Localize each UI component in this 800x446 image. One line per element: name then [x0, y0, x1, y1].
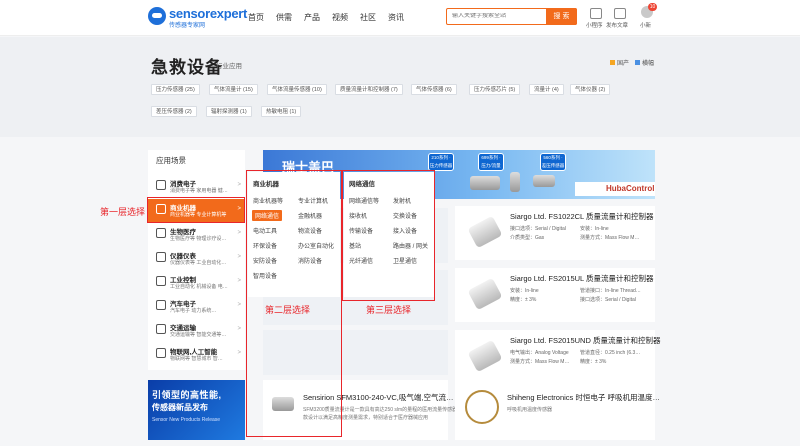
banner-legend-icon — [635, 60, 640, 65]
sidebar-item-instruments[interactable]: 仪器仪表 仪器仪表等 工业自动化… > — [148, 247, 245, 271]
chevron-right-icon: > — [237, 230, 241, 236]
product-desc: 呼吸机用温度传感器 — [507, 407, 553, 413]
product-spec: 管道接口：In-line Thread… — [580, 288, 641, 294]
product-spec: 安装：In-line — [580, 226, 609, 232]
search-input[interactable] — [452, 13, 542, 19]
sidebar-item-automotive[interactable]: 汽车电子 汽车电子 动力系统… > — [148, 295, 245, 319]
product-title[interactable]: Shiheng Electronics 时恒电子 呼吸机用温度… — [507, 392, 660, 403]
phone-icon — [156, 180, 166, 190]
gauge-icon — [156, 252, 166, 262]
chevron-right-icon: > — [237, 326, 241, 332]
ad-line-2: 传感器新品发布 — [152, 403, 208, 412]
publish-label[interactable]: 发布文章 — [606, 21, 628, 29]
product-spec: 接口选项：Serial / Digital — [580, 297, 636, 303]
iot-icon — [156, 348, 166, 358]
sidebar-item-consumer[interactable]: 消费电子 消费电子等 家用电器 健… > — [148, 175, 245, 199]
chevron-right-icon: > — [237, 278, 241, 284]
notification-badge: 10 — [648, 3, 657, 11]
sidebar-item-sub: 工业自动化 机械设备 电… — [170, 284, 228, 290]
product-spec: 管道直径：0.25 inch (6.3… — [580, 350, 641, 356]
banner-brand-logo: HubaControl — [606, 184, 655, 193]
chevron-right-icon: > — [237, 350, 241, 356]
nav-supply[interactable]: 供需 — [276, 12, 292, 23]
product-spec: 测量方式：Mass Flow M… — [510, 359, 570, 365]
logo-text[interactable]: sensorexpert — [169, 6, 247, 21]
product-spec: 精度：± 3% — [580, 359, 607, 365]
sidebar-item-iot[interactable]: 物联网,人工智能 物联网等 智慧城市 智… > — [148, 343, 245, 367]
first-level-highlight — [147, 197, 245, 223]
sensor-image — [470, 176, 500, 190]
domestic-legend-icon — [610, 60, 615, 65]
ad-line-3: Sensor New Products Release — [152, 417, 221, 423]
legend-domestic[interactable]: 国产 — [617, 58, 629, 67]
nav-home[interactable]: 首页 — [248, 12, 264, 23]
user-label[interactable]: 小新 — [640, 21, 651, 29]
logo-subtitle: 传感器专家网 — [169, 23, 206, 29]
nav-products[interactable]: 产品 — [304, 12, 320, 23]
product-title[interactable]: Siargo Ltd. FS2015UND 质量流量计和控制器 — [510, 335, 660, 346]
filter-tag[interactable]: 热敏电阻 (1) — [261, 106, 302, 117]
sidebar-item-medical[interactable]: 生物医疗 生物医疗等 物理诊疗设… > — [148, 223, 245, 247]
nav-news[interactable]: 资讯 — [388, 12, 404, 23]
first-level-annotation: 第一层选择 — [100, 207, 146, 217]
nav-video[interactable]: 视频 — [332, 12, 348, 23]
product-spec: 精度：± 3% — [510, 297, 537, 303]
factory-icon — [156, 276, 166, 286]
second-level-annotation: 第二层选择 — [265, 305, 311, 315]
filter-tag[interactable]: 气体流量计 (15) — [209, 84, 258, 95]
sidebar-item-transport[interactable]: 交通运输 交通运输等 智能交通等… > — [148, 319, 245, 343]
medical-icon — [156, 228, 166, 238]
chevron-right-icon: > — [237, 254, 241, 260]
sidebar-item-sub: 交通运输等 智能交通等… — [170, 332, 227, 338]
product-title[interactable]: Siargo Ltd. FS2015UL 质量流量计和控制器 — [510, 273, 654, 284]
filter-tag[interactable]: 气体流量传感器 (10) — [267, 84, 327, 95]
sensor-image — [533, 175, 555, 187]
filter-tag[interactable]: 辐射探测器 (1) — [206, 106, 252, 117]
product-spec: 接口选项：Serial / Digital — [510, 226, 566, 232]
car-icon — [156, 300, 166, 310]
mini-program-icon[interactable] — [590, 8, 602, 19]
product-spec: 介质类型：Gas — [510, 235, 545, 241]
nav-community[interactable]: 社区 — [360, 12, 376, 23]
filter-tag[interactable]: 差压传感器 (2) — [151, 106, 197, 117]
sensor-image — [510, 172, 520, 192]
third-level-annotation: 第三层选择 — [366, 305, 412, 315]
chevron-right-icon: > — [237, 302, 241, 308]
legend-banner[interactable]: 横幅 — [642, 58, 654, 67]
filter-tag[interactable]: 气体传感器 (6) — [411, 84, 457, 95]
filter-tag[interactable]: 气体仪器 (2) — [570, 84, 611, 95]
filter-tag[interactable]: 流量计 (4) — [529, 84, 564, 95]
banner-badge: 699系列 · 压力/流量 — [478, 153, 504, 171]
product-spec: 电气输出：Analog Voltage — [510, 350, 569, 356]
sidebar-item-sub: 生物医疗等 物理诊疗设… — [170, 236, 227, 242]
publish-icon[interactable] — [614, 8, 626, 19]
product-spec: 安装：In-line — [510, 288, 539, 294]
page-subtitle: 行业应用 — [216, 63, 242, 70]
page-title: 急救设备 — [151, 58, 223, 77]
chevron-right-icon: > — [237, 182, 241, 188]
product-title[interactable]: Siargo Ltd. FS1022CL 质量流量计和控制器 — [510, 211, 654, 222]
logo-icon[interactable] — [148, 7, 166, 25]
banner-badge: 560系列 · 差压传感器 — [540, 153, 566, 171]
banner-badge: 210系列 · 压力传感器 — [428, 153, 454, 171]
sidebar-item-sub: 消费电子等 家用电器 健… — [170, 188, 228, 194]
sidebar-item-sub: 汽车电子 动力系统… — [170, 308, 217, 314]
product-image[interactable] — [465, 390, 499, 424]
product-spec: 测量方式：Mass Flow M… — [580, 235, 640, 241]
third-level-highlight — [342, 170, 435, 301]
filter-tag[interactable]: 压力传感芯片 (5) — [469, 84, 521, 95]
search-button[interactable]: 搜 索 — [546, 8, 577, 25]
sidebar-heading: 应用场景 — [156, 156, 186, 165]
filter-tag[interactable]: 质量流量计和控制器 (7) — [335, 84, 403, 95]
bus-icon — [156, 324, 166, 334]
filter-tag[interactable]: 压力传感器 (25) — [151, 84, 200, 95]
ad-line-1: 引领型的高性能, — [152, 390, 222, 400]
sidebar-item-sub: 仪器仪表等 工业自动化… — [170, 260, 227, 266]
sidebar-item-sub: 物联网等 智慧城市 智… — [170, 356, 223, 362]
sidebar-item-industrial[interactable]: 工业控制 工业自动化 机械设备 电… > — [148, 271, 245, 295]
mini-program-label[interactable]: 小程序 — [586, 21, 603, 29]
